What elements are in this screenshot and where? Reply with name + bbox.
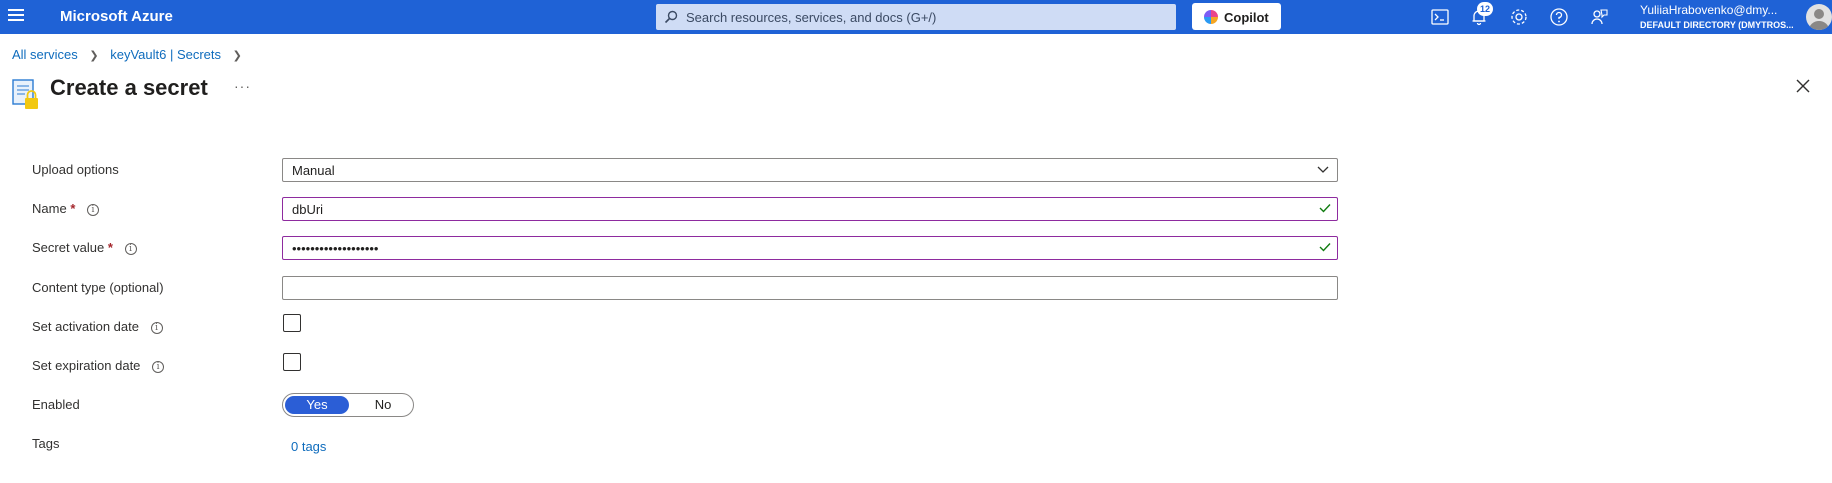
required-marker: * (70, 201, 76, 216)
info-icon[interactable]: i (150, 321, 163, 334)
breadcrumb-keyvault-secrets[interactable]: keyVault6 | Secrets (110, 47, 221, 62)
required-marker: * (107, 240, 113, 255)
search-input[interactable]: Search resources, services, and docs (G+… (656, 4, 1176, 30)
enabled-label: Enabled (32, 397, 80, 412)
tags-label: Tags (32, 436, 60, 451)
upload-options-select[interactable]: Manual (282, 158, 1338, 182)
chevron-right-icon: ❯ (232, 50, 242, 62)
name-value: dbUri (292, 202, 324, 217)
upload-options-value: Manual (292, 163, 335, 178)
name-input[interactable]: dbUri (282, 197, 1338, 221)
breadcrumb: All services ❯ keyVault6 | Secrets ❯ (12, 47, 250, 62)
tags-link[interactable]: 0 tags (291, 439, 326, 454)
search-placeholder: Search resources, services, and docs (G+… (686, 10, 937, 25)
breadcrumb-all-services[interactable]: All services (12, 47, 78, 62)
notification-badge: 12 (1477, 2, 1493, 16)
more-options-button[interactable]: ··· (234, 78, 251, 94)
info-icon[interactable]: i (152, 360, 165, 373)
user-directory[interactable]: DEFAULT DIRECTORY (DMYTROS... (1640, 20, 1794, 30)
activation-date-checkbox[interactable] (283, 314, 301, 332)
name-label-row: Name * i (32, 201, 99, 216)
info-icon[interactable]: i (87, 203, 99, 216)
secret-value-masked: ••••••••••••••••••• (292, 241, 379, 256)
top-bar: Microsoft Azure Search resources, servic… (0, 0, 1832, 34)
chevron-down-icon (1317, 166, 1329, 173)
expiration-date-checkbox[interactable] (283, 353, 301, 371)
key-vault-secret-icon (12, 79, 38, 109)
secret-value-label: Secret value (32, 240, 105, 255)
page-title: Create a secret (50, 75, 208, 100)
secret-value-input[interactable]: ••••••••••••••••••• (282, 236, 1338, 260)
copilot-label: Copilot (1224, 10, 1269, 25)
secret-value-label-row: Secret value * i (32, 240, 137, 255)
user-avatar-icon (1809, 9, 1829, 30)
enabled-no-option[interactable]: No (363, 396, 403, 414)
settings-icon[interactable] (1509, 7, 1529, 27)
content-type-label: Content type (optional) (32, 280, 164, 295)
menu-icon[interactable] (8, 9, 24, 23)
checkmark-icon (1319, 243, 1331, 252)
search-icon (664, 10, 678, 24)
avatar[interactable] (1806, 4, 1832, 30)
name-label: Name (32, 201, 67, 216)
user-name[interactable]: YuliiaHrabovenko@dmy... (1640, 3, 1777, 17)
help-icon[interactable] (1549, 7, 1569, 27)
activation-date-label: Set activation date (32, 319, 139, 334)
copilot-icon (1204, 10, 1218, 24)
enabled-yes-option[interactable]: Yes (285, 396, 349, 414)
close-icon[interactable] (1795, 78, 1811, 94)
portal-brand[interactable]: Microsoft Azure (60, 8, 173, 25)
feedback-icon[interactable] (1589, 7, 1609, 27)
chevron-right-icon: ❯ (89, 50, 99, 62)
cloud-shell-icon[interactable] (1430, 7, 1450, 27)
copilot-button[interactable]: Copilot (1192, 3, 1281, 30)
checkmark-icon (1319, 204, 1331, 213)
expiration-date-label: Set expiration date (32, 358, 141, 373)
enabled-toggle[interactable]: Yes No (282, 393, 414, 417)
content-type-input[interactable] (282, 276, 1338, 300)
info-icon[interactable]: i (124, 242, 137, 255)
activation-date-label-row: Set activation date i (32, 319, 163, 334)
expiration-date-label-row: Set expiration date i (32, 358, 165, 373)
upload-options-label: Upload options (32, 162, 119, 177)
